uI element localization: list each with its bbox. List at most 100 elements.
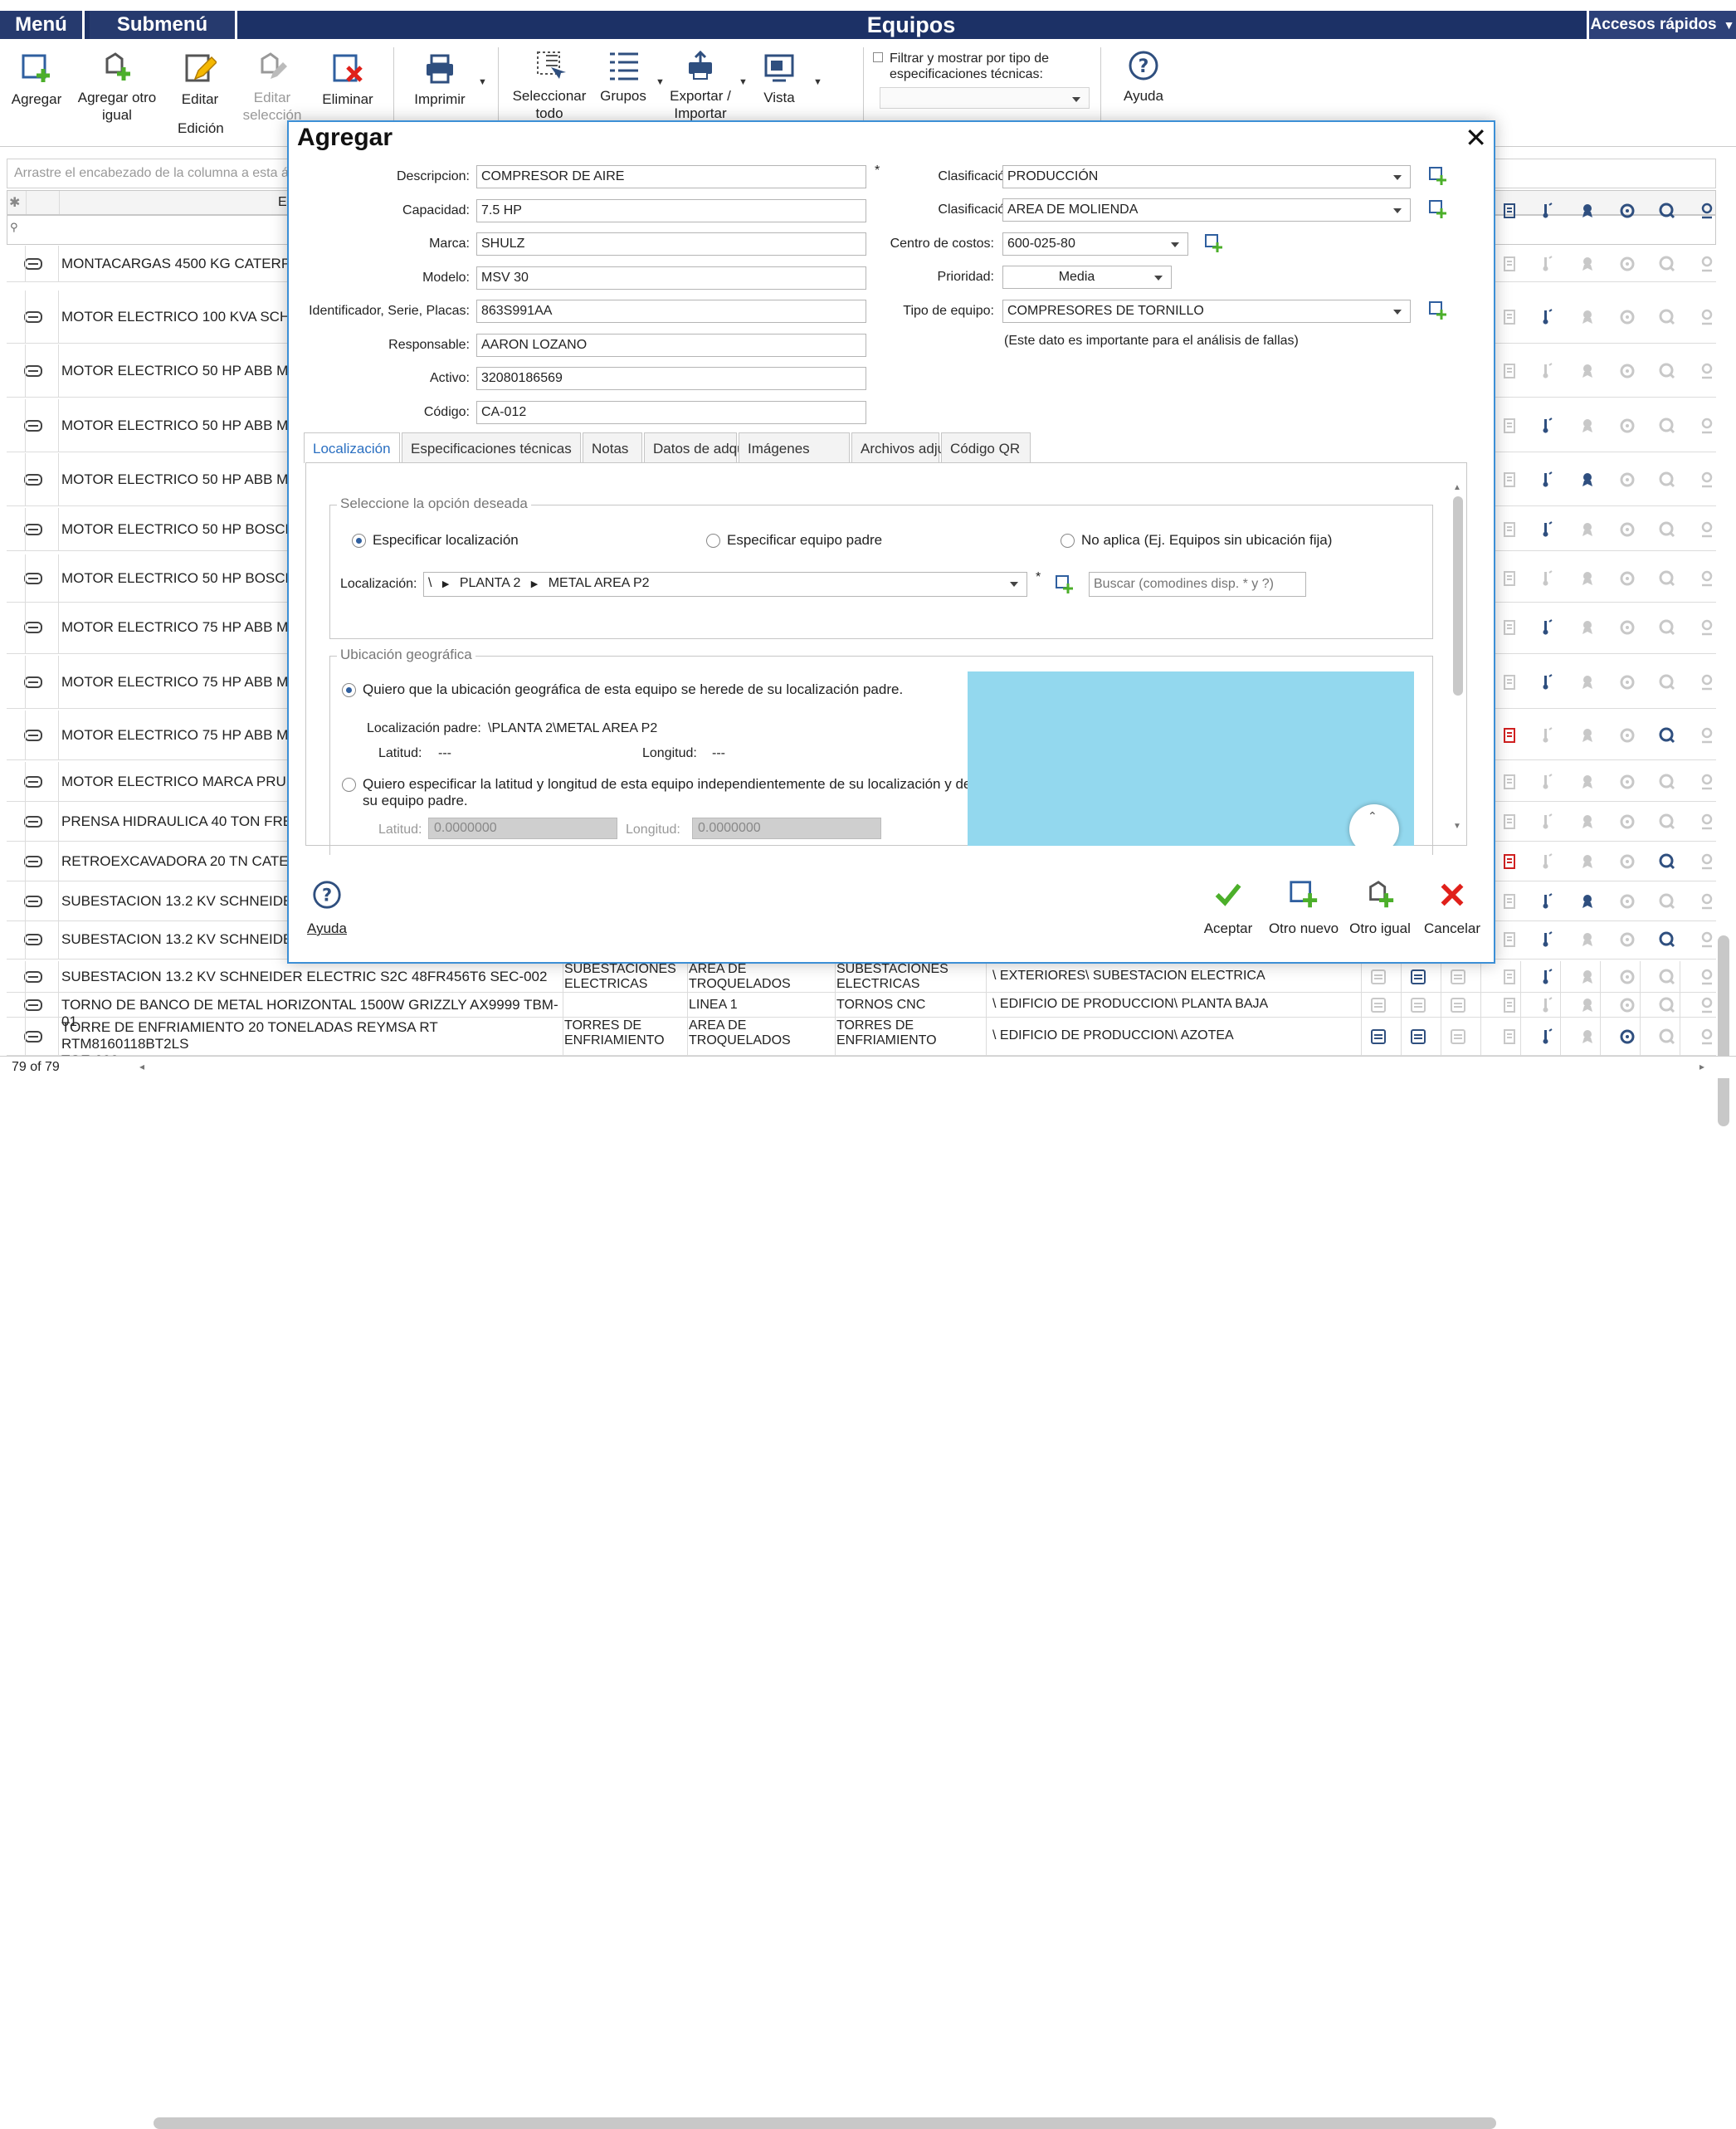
document-icon[interactable] [1500,996,1519,1014]
accesos-rapidos-button[interactable]: Accesos rápidos ▼ [1587,11,1736,39]
thermometer-icon[interactable] [1537,362,1555,380]
imprimir-button[interactable]: Imprimir [407,52,473,108]
pin-icon[interactable] [1698,968,1716,986]
tab-codigo-qr[interactable]: Código QR [941,432,1031,462]
gear-icon[interactable] [1618,471,1636,489]
agregar-button[interactable]: Agregar [8,52,65,108]
award-icon[interactable] [1578,813,1597,831]
award-icon[interactable] [1578,520,1597,539]
field-input[interactable]: CA-012 [476,400,866,424]
award-icon[interactable] [1578,996,1597,1014]
tab-localizacion[interactable]: Localización [304,432,400,463]
gear-icon[interactable] [1618,930,1636,949]
award-icon[interactable] [1578,930,1597,949]
award-icon[interactable] [1578,852,1597,871]
scroll-right-icon[interactable]: ▸ [1699,1061,1704,1072]
puzzle-icon[interactable] [1658,726,1676,745]
column-header-name[interactable]: E [278,195,287,210]
document-icon[interactable] [1500,892,1519,911]
centro-costos-select[interactable]: 600-025-80 [1002,232,1188,256]
gear-icon[interactable] [1618,813,1636,831]
thermometer-icon[interactable] [1537,996,1555,1014]
gear-icon[interactable] [1618,362,1636,380]
award-icon[interactable] [1578,1028,1597,1046]
gear-icon[interactable] [1618,968,1636,986]
puzzle-icon[interactable] [1658,673,1676,691]
pin-icon[interactable] [1698,996,1716,1014]
puzzle-icon[interactable] [1658,996,1676,1014]
pin-icon[interactable] [1698,471,1716,489]
puzzle-icon[interactable] [1658,773,1676,791]
otro-nuevo-button[interactable]: Otro nuevo [1266,879,1341,937]
image-icon[interactable] [1409,1028,1427,1046]
thermometer-icon[interactable] [1537,673,1555,691]
pin-icon[interactable] [1698,852,1716,871]
puzzle-icon[interactable] [1658,892,1676,911]
menu-button[interactable]: Menú [0,11,85,39]
pin-icon[interactable] [1698,892,1716,911]
award-icon[interactable] [1578,255,1597,273]
field-input[interactable]: 32080186569 [476,367,866,390]
add-tipo-equipo-icon[interactable] [1429,301,1447,320]
puzzle-icon[interactable] [1658,362,1676,380]
award-icon[interactable] [1578,968,1597,986]
pin-icon[interactable] [1698,255,1716,273]
exportar-importar-button[interactable]: Exportar / Importar [664,49,737,122]
tab-especificaciones[interactable]: Especificaciones técnicas [402,432,581,462]
thermometer-icon[interactable] [1537,417,1555,435]
pin-icon[interactable] [1698,202,1716,220]
map-view[interactable]: ⌃ [968,671,1414,846]
radio-no-aplica[interactable]: No aplica (Ej. Equipos sin ubicación fij… [1061,532,1332,549]
buscar-localizacion-input[interactable] [1089,572,1306,597]
notes-icon[interactable] [1369,968,1387,986]
add-centro-costos-icon[interactable] [1205,234,1223,252]
aceptar-button[interactable]: Aceptar [1200,879,1256,937]
grupos-button[interactable]: Grupos [596,49,651,105]
image-icon[interactable] [1409,996,1427,1014]
dialog-ayuda-button[interactable]: ? Ayuda [304,879,350,937]
puzzle-icon[interactable] [1658,930,1676,949]
puzzle-icon[interactable] [1658,471,1676,489]
pin-icon[interactable] [1698,673,1716,691]
gear-icon[interactable] [1618,202,1636,220]
tab-imagenes[interactable]: Imágenes [739,432,850,462]
panel-scrollbar-thumb[interactable] [1453,496,1463,696]
thermometer-icon[interactable] [1537,520,1555,539]
pin-icon[interactable] [1698,618,1716,637]
path-segment-metal-area[interactable]: METAL AREA P2 [549,576,650,590]
prioridad-select[interactable]: Media [1002,266,1172,289]
pin-icon[interactable] [1698,308,1716,326]
localizacion-path-select[interactable]: \ ▶ PLANTA 2 ▶ METAL AREA P2 [423,572,1027,597]
radio-especificar-localizacion[interactable]: Especificar localización [352,532,519,549]
radio-especificar-lat-lon[interactable]: Quiero especificar la latitud y longitud… [342,776,971,809]
document-icon[interactable] [1500,308,1519,326]
filter-icon[interactable]: ⚲ [10,221,18,234]
document-icon[interactable] [1500,362,1519,380]
thermometer-icon[interactable] [1537,892,1555,911]
pin-icon[interactable] [1698,1028,1716,1046]
scroll-left-icon[interactable]: ◂ [139,1061,144,1072]
puzzle-icon[interactable] [1658,255,1676,273]
field-input[interactable]: SHULZ [476,232,866,256]
imprimir-dropdown-icon[interactable]: ▼ [478,77,487,87]
tab-datos-adquisicion[interactable]: Datos de adquisición [644,432,784,462]
attachment-icon[interactable] [1449,968,1467,986]
document-icon[interactable] [1500,471,1519,489]
filtrar-select[interactable] [880,87,1090,109]
scroll-up-icon[interactable]: ▲ [1453,483,1463,495]
thermometer-icon[interactable] [1537,726,1555,745]
vertical-scrollbar[interactable] [1718,935,1729,1126]
gear-icon[interactable] [1618,569,1636,588]
award-icon[interactable] [1578,618,1597,637]
award-icon[interactable] [1578,471,1597,489]
gear-icon[interactable] [1618,618,1636,637]
thermometer-icon[interactable] [1537,202,1555,220]
eliminar-button[interactable]: Eliminar [315,52,380,108]
puzzle-icon[interactable] [1658,813,1676,831]
gear-icon[interactable] [1618,308,1636,326]
document-icon[interactable] [1500,1028,1519,1046]
gear-icon[interactable] [1618,417,1636,435]
gear-icon[interactable] [1618,996,1636,1014]
pin-icon[interactable] [1698,417,1716,435]
document-icon[interactable] [1500,852,1519,871]
